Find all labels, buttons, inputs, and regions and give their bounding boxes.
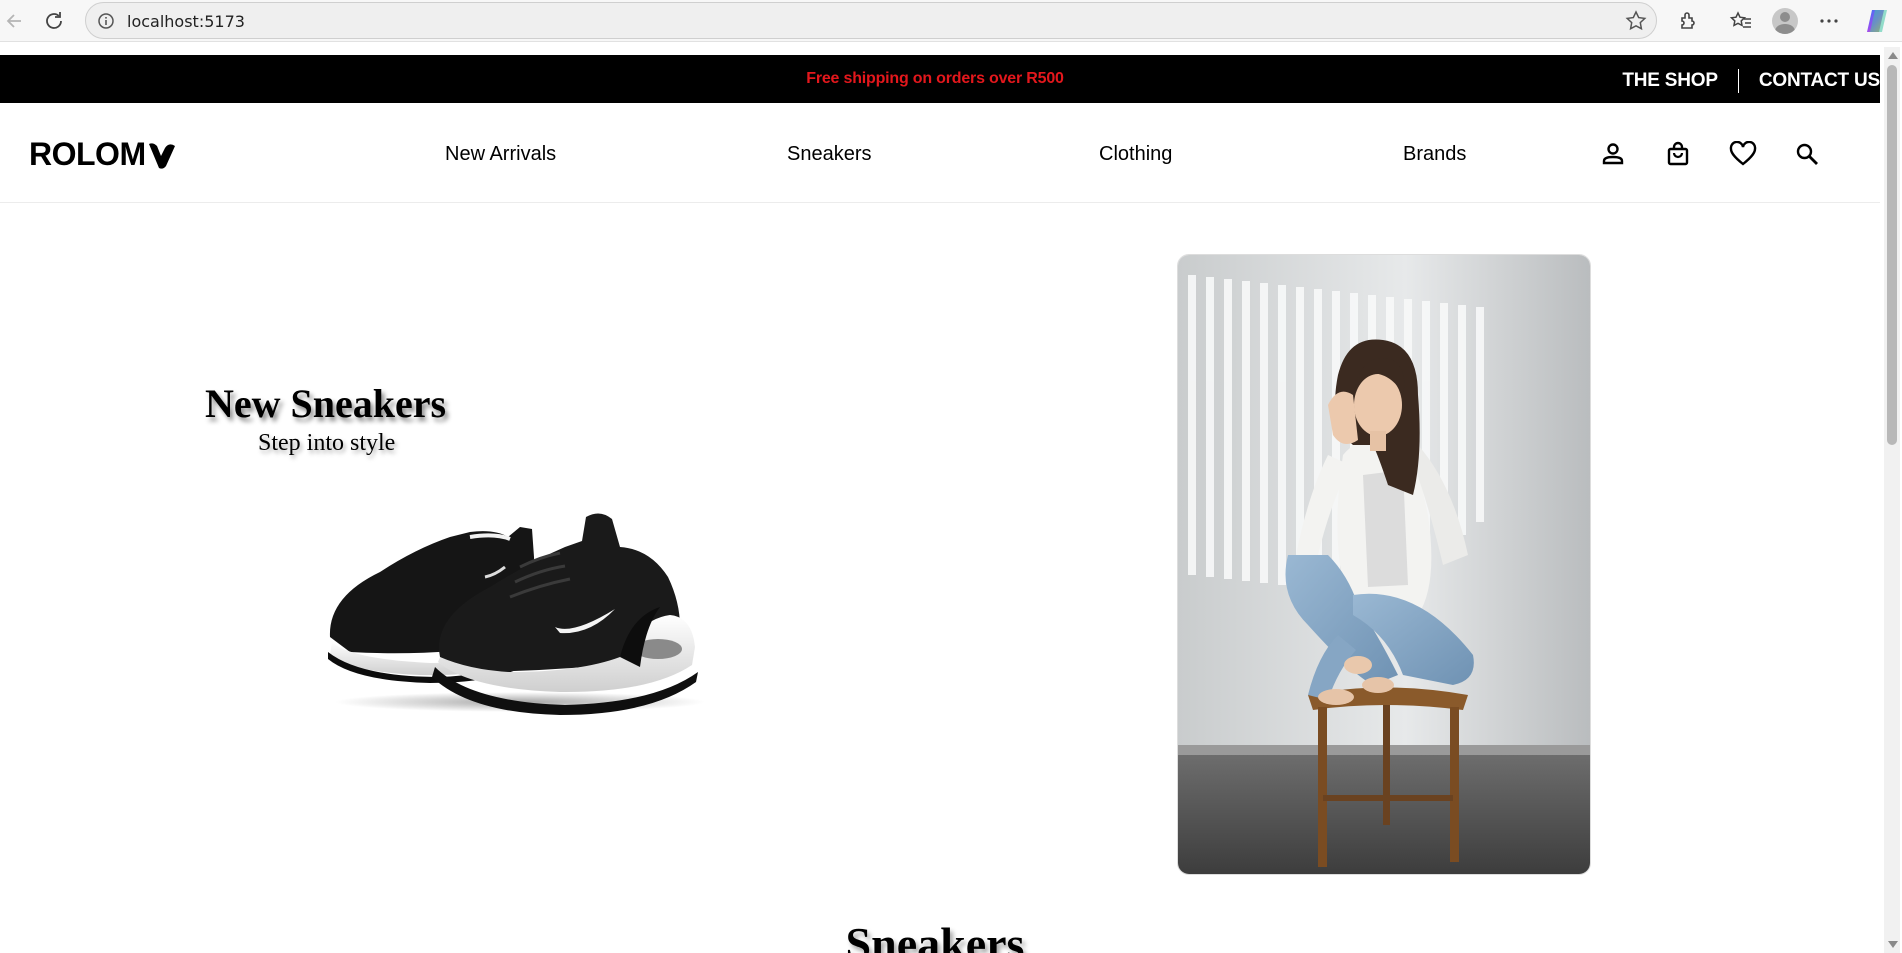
main-nav: ROLOM New Arrivals Sneakers Clothing Bra…	[0, 103, 1880, 203]
nav-clothing[interactable]: Clothing	[1099, 143, 1172, 166]
hero-subtitle: Step into style	[258, 430, 396, 456]
scroll-thumb[interactable]	[1887, 65, 1897, 445]
scroll-down-icon[interactable]	[1888, 941, 1898, 948]
model-photo[interactable]	[1177, 254, 1591, 875]
logo-text: ROLOM	[29, 136, 146, 172]
more-options-icon[interactable]	[1814, 6, 1844, 36]
browser-toolbar: localhost:5173	[0, 0, 1902, 42]
the-shop-link[interactable]: THE SHOP	[1622, 70, 1718, 92]
top-links: THE SHOP CONTACT US	[1622, 69, 1880, 93]
page-scrollbar[interactable]	[1884, 47, 1900, 953]
hero-title: New Sneakers	[205, 381, 447, 426]
logo-mark-icon	[148, 142, 175, 169]
divider	[1737, 69, 1739, 93]
nav-sneakers[interactable]: Sneakers	[787, 143, 872, 166]
search-icon[interactable]	[1793, 140, 1821, 168]
back-icon[interactable]	[0, 6, 30, 36]
shipping-message: Free shipping on orders over R500	[806, 70, 1064, 87]
favorite-star-icon[interactable]	[1624, 9, 1648, 33]
nav-new-arrivals[interactable]: New Arrivals	[445, 143, 556, 166]
site-info-icon[interactable]	[96, 11, 116, 31]
favorites-icon[interactable]	[1726, 6, 1756, 36]
page-viewport: Free shipping on orders over R500 THE SH…	[0, 55, 1880, 953]
announcement-bar: Free shipping on orders over R500 THE SH…	[0, 55, 1880, 103]
copilot-icon[interactable]	[1862, 6, 1892, 36]
sneaker-image[interactable]	[320, 467, 710, 727]
contact-us-link[interactable]: CONTACT US	[1759, 70, 1880, 92]
scroll-up-icon[interactable]	[1888, 52, 1898, 59]
shopping-bag-icon[interactable]	[1664, 140, 1692, 168]
section-title: Sneakers	[845, 918, 1025, 953]
reload-icon[interactable]	[39, 6, 69, 36]
url-text[interactable]: localhost:5173	[127, 12, 245, 31]
logo[interactable]: ROLOM	[29, 136, 177, 173]
profile-icon[interactable]	[1770, 6, 1800, 36]
nav-brands[interactable]: Brands	[1403, 143, 1466, 166]
account-icon[interactable]	[1599, 140, 1627, 168]
extensions-icon[interactable]	[1673, 6, 1703, 36]
address-bar[interactable]: localhost:5173	[85, 2, 1657, 39]
heart-icon[interactable]	[1729, 140, 1757, 168]
